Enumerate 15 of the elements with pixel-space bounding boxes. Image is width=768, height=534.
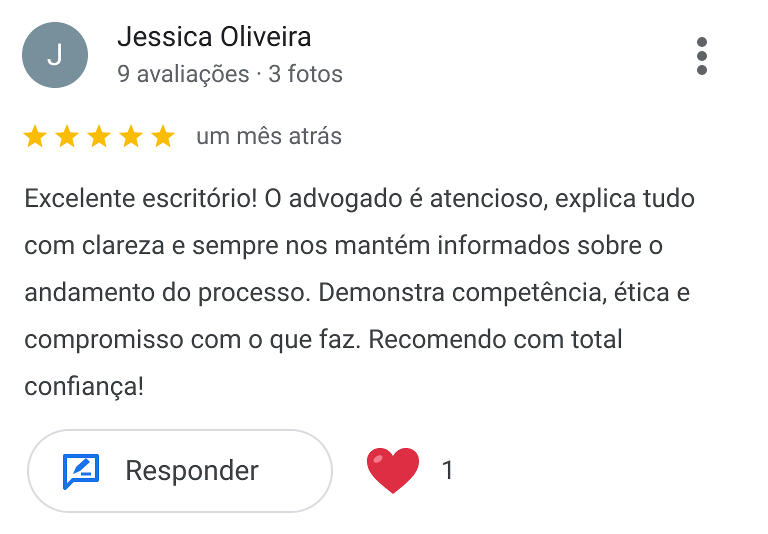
heart-icon[interactable] [365,446,421,496]
more-options-icon[interactable] [696,36,708,76]
reviewer-stats: 9 avaliações · 3 fotos [117,59,344,90]
review-text: Excelente escritório! O advogado é atencioso, explica tudo com clareza e sempre nos mantém informados sobre o andamento do processo. Demonstra competência, ética e compromisso com o que faz. Recomendo com total confiança! [24,183,696,404]
reply-button[interactable]: Responder [27,429,333,513]
star-icon [86,124,112,148]
avatar: J [22,22,88,88]
review-date: um mês atrás [196,121,342,152]
star-icon [54,124,80,148]
star-icon [22,124,48,148]
like-count: 1 [441,454,456,488]
star-icon [150,124,176,148]
star-icon [118,124,144,148]
reviewer-name: Jessica Oliveira [117,20,313,54]
reply-icon [61,452,101,490]
